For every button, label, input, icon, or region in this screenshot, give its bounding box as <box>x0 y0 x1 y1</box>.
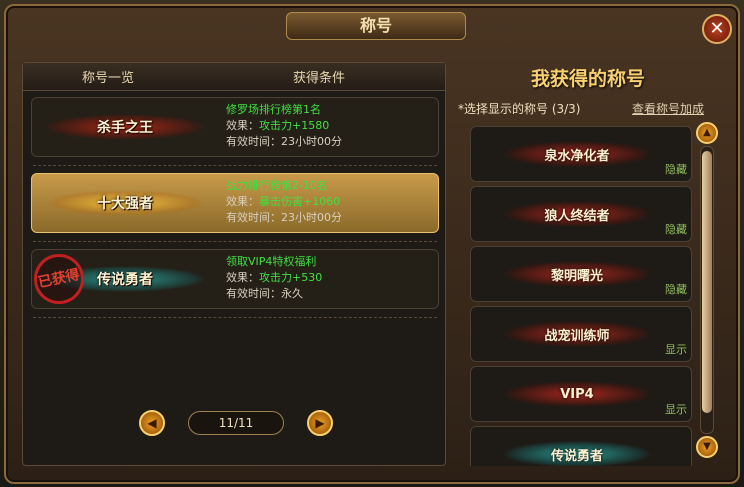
owned-title-item[interactable]: 狼人终结者 隐藏 <box>470 186 692 242</box>
title-list-panel: 称号一览 获得条件 杀手之王 修罗场排行榜第1名 效果：攻击力+1580 有效时… <box>22 62 446 466</box>
owned-title-item[interactable]: VIP4 显示 <box>470 366 692 422</box>
title-badge: 杀手之王 <box>40 104 210 150</box>
scroll-thumb[interactable] <box>702 151 712 413</box>
title-badge: 十大强者 <box>40 180 210 226</box>
owned-title-item[interactable]: 黎明曙光 隐藏 <box>470 246 692 302</box>
owned-titles-list: 泉水净化者 隐藏 狼人终结者 隐藏 黎明曙光 隐藏 战宠训练师 显示 VIP4 … <box>470 122 694 466</box>
title-row-legend-hero[interactable]: 已获得 传说勇者 领取VIP4特权福利 效果：攻击力+530 有效时间：永久 <box>29 249 439 309</box>
col-conditions: 获得条件 <box>292 71 345 86</box>
valid-time: 有效时间：永久 <box>226 287 303 300</box>
condition-text: 领取VIP4特权福利 <box>226 255 317 268</box>
title-conditions: 修罗场排行榜第1名 效果：攻击力+1580 有效时间：23小时00分 <box>226 103 342 148</box>
close-button[interactable]: ✕ <box>702 14 732 44</box>
title-conditions: 领取VIP4特权福利 效果：攻击力+530 有效时间：永久 <box>226 255 323 300</box>
effect-value: 暴击伤害+1060 <box>259 195 341 208</box>
my-titles-heading: 我获得的称号 <box>530 68 645 90</box>
up-arrow-icon: ▲ <box>703 127 711 138</box>
owned-title-item[interactable]: 传说勇者 <box>470 426 692 466</box>
visibility-toggle[interactable]: 隐藏 <box>665 221 687 237</box>
effect-value: 攻击力+1580 <box>259 119 330 132</box>
visibility-toggle[interactable]: 隐藏 <box>665 281 687 297</box>
col-title-list: 称号一览 <box>81 71 134 86</box>
title-row-killer-king[interactable]: 杀手之王 修罗场排行榜第1名 效果：攻击力+1580 有效时间：23小时00分 <box>31 97 439 157</box>
next-page-button[interactable]: ▶ <box>307 410 333 436</box>
row-divider <box>33 317 437 319</box>
valid-time: 有效时间：23小时00分 <box>226 135 342 148</box>
valid-time: 有效时间：23小时00分 <box>226 211 342 224</box>
visibility-toggle[interactable]: 显示 <box>665 401 687 417</box>
title-badge: 战宠训练师 <box>497 317 657 351</box>
scroll-down-button[interactable]: ▼ <box>696 436 718 458</box>
visibility-toggle[interactable]: 显示 <box>665 341 687 357</box>
condition-text: 战力排行榜第2-10名 <box>226 179 328 192</box>
owned-title-item[interactable]: 战宠训练师 显示 <box>470 306 692 362</box>
title-badge: 黎明曙光 <box>497 257 657 291</box>
pagination: ◀ 11/11 ▶ <box>139 409 333 437</box>
row-divider <box>33 241 437 243</box>
title-badge: 狼人终结者 <box>497 197 657 231</box>
view-title-bonus-link[interactable]: 查看称号加成 <box>632 100 704 117</box>
scroll-track[interactable] <box>700 146 714 434</box>
scroll-up-button[interactable]: ▲ <box>696 122 718 144</box>
effect-value: 攻击力+530 <box>259 271 323 284</box>
visibility-toggle[interactable]: 隐藏 <box>665 161 687 177</box>
close-icon: ✕ <box>709 18 725 39</box>
title-row-top-ten[interactable]: 十大强者 战力排行榜第2-10名 效果：暴击伤害+1060 有效时间：23小时0… <box>31 173 439 233</box>
left-arrow-icon: ◀ <box>147 416 157 430</box>
title-badge: 泉水净化者 <box>497 137 657 171</box>
title-badge: 传说勇者 <box>497 437 657 466</box>
display-selection-label: *选择显示的称号 (3/3) <box>458 102 581 116</box>
title-badge: VIP4 <box>497 377 657 411</box>
row-divider <box>33 165 437 167</box>
window-title: 称号 <box>286 12 466 40</box>
right-arrow-icon: ▶ <box>315 416 325 430</box>
owned-list-scrollbar[interactable]: ▲ ▼ <box>696 122 718 462</box>
owned-title-item[interactable]: 泉水净化者 隐藏 <box>470 126 692 182</box>
title-conditions: 战力排行榜第2-10名 效果：暴击伤害+1060 有效时间：23小时00分 <box>226 179 342 224</box>
prev-page-button[interactable]: ◀ <box>139 410 165 436</box>
list-header: 称号一览 获得条件 <box>23 63 445 91</box>
down-arrow-icon: ▼ <box>703 441 711 452</box>
condition-text: 修罗场排行榜第1名 <box>226 103 321 116</box>
page-indicator: 11/11 <box>188 411 284 435</box>
